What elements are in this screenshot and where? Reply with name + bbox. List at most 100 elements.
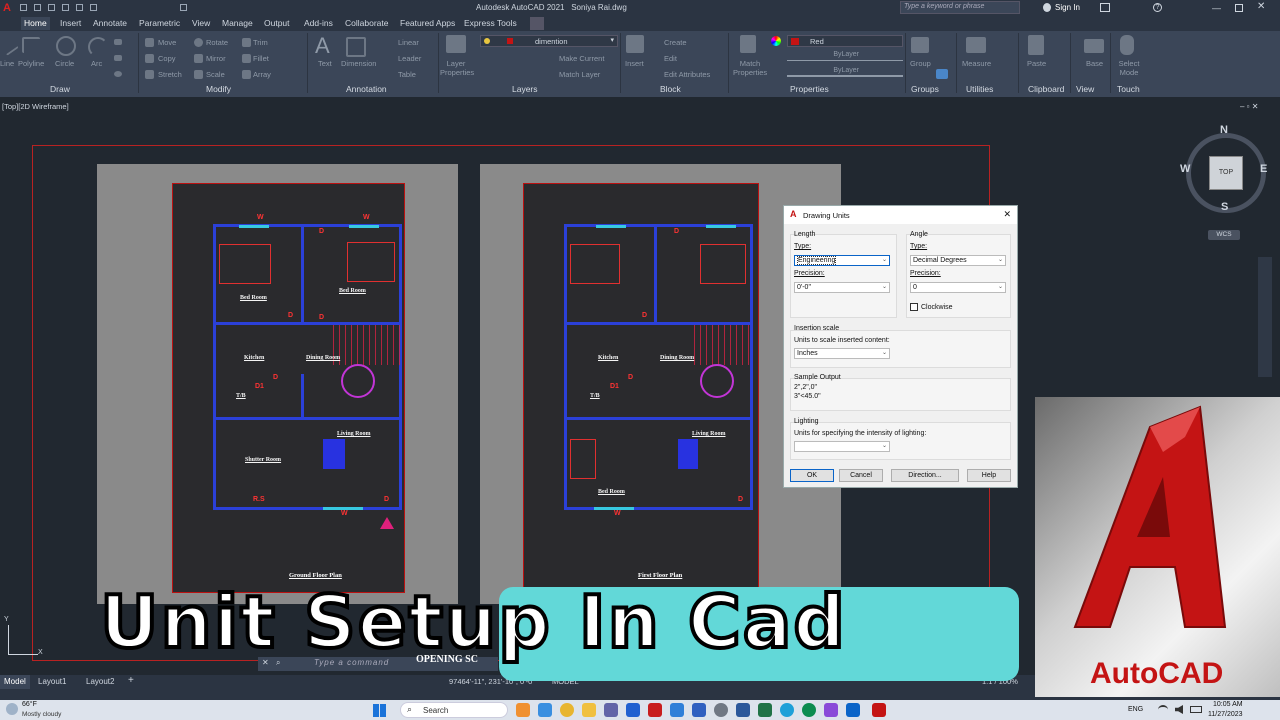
autocad-app-icon[interactable]: A [3,2,13,14]
ribbon-polyline-label[interactable]: Polyline [18,59,44,68]
array-button[interactable]: Array [253,70,271,79]
group-button-label[interactable]: Group [910,59,931,68]
ribbon-arc-label[interactable]: Arc [91,59,102,68]
store-icon[interactable] [692,703,706,717]
viewport-window-controls[interactable]: – ▫ ✕ [1240,102,1275,112]
length-precision-select[interactable]: 0'-0" ⌄ [794,282,890,293]
insertion-units-select[interactable]: Inches ⌄ [794,348,890,359]
select-mode-icon[interactable] [1120,35,1134,55]
direction-button[interactable]: Direction... [891,469,959,482]
edge-icon[interactable] [780,703,794,717]
measure-icon[interactable] [966,37,986,53]
layer-dropdown[interactable]: dimention ▾ [480,35,618,47]
mail-icon[interactable] [670,703,684,717]
mcafee-icon[interactable] [648,703,662,717]
match-properties-icon[interactable] [740,35,756,53]
table-button[interactable]: Table [398,70,416,79]
panel-modify-label[interactable]: Modify [206,84,231,94]
panel-utilities-label[interactable]: Utilities [966,84,993,94]
compass-north[interactable]: N [1220,124,1228,136]
trim-button[interactable]: Trim [253,38,268,47]
angle-precision-select[interactable]: 0 ⌄ [910,282,1006,293]
tab-layout1[interactable]: Layout1 [38,677,66,686]
minimize-button[interactable]: — [1212,3,1224,13]
base-view-icon[interactable] [1084,39,1104,53]
tab-model[interactable]: Model [0,675,30,689]
quick-access-toolbar[interactable] [20,4,190,12]
cart-icon[interactable] [1100,3,1110,12]
search-input[interactable]: Type a keyword or phrase [904,3,984,10]
panel-block-label[interactable]: Block [660,84,681,94]
base-button-label[interactable]: Base [1086,59,1103,68]
panel-clipboard-label[interactable]: Clipboard [1028,84,1064,94]
word-icon[interactable] [736,703,750,717]
cancel-button[interactable]: Cancel [839,469,883,482]
outlook-icon[interactable] [846,703,860,717]
wcs-menu[interactable]: WCS [1208,230,1240,240]
match-layer-button[interactable]: Match Layer [559,70,600,79]
circle-icon[interactable] [56,36,76,56]
mirror-button[interactable]: Mirror [206,54,226,63]
tab-manage[interactable]: Manage [219,17,256,30]
leader-button[interactable]: Leader [398,54,421,63]
hatch-icon[interactable] [114,55,122,61]
viewcube-top-face[interactable]: TOP [1209,156,1243,190]
autocad-taskbar-icon[interactable] [872,703,886,717]
panel-layers-label[interactable]: Layers [512,84,538,94]
teams-icon[interactable] [604,703,618,717]
tab-collaborate[interactable]: Collaborate [342,17,391,30]
sign-in-link[interactable]: Sign In [1055,3,1080,12]
line-icon[interactable] [0,36,19,56]
excel-icon[interactable] [758,703,772,717]
taskbar-search-label[interactable]: Search [423,706,448,715]
search-box[interactable]: Type a keyword or phrase [900,1,1020,14]
ribbon-options-icon[interactable] [530,17,544,30]
compass-west[interactable]: W [1180,163,1190,175]
insert-button-label[interactable]: Insert [625,59,644,68]
explorer-icon[interactable] [582,703,596,717]
close-button[interactable]: ✕ [1257,1,1269,13]
language-indicator[interactable]: ENG [1128,706,1143,713]
tab-featured-apps[interactable]: Featured Apps [397,17,458,30]
copy-button[interactable]: Copy [158,54,176,63]
battery-icon[interactable] [1190,706,1202,713]
plan-frame-first-floor[interactable]: D D D D1 D W Kitchen Dining Room T/B Liv… [523,183,759,593]
match-properties-label[interactable]: Match Properties [733,59,767,77]
navigation-bar[interactable] [1258,257,1272,377]
linetype-dropdown[interactable]: ByLayer [787,51,903,61]
paste-icon[interactable] [1028,35,1044,55]
ungroup-icon[interactable] [936,69,948,79]
weather-icon[interactable] [6,703,18,715]
media-icon[interactable] [626,703,640,717]
edit-attributes-button[interactable]: Edit Attributes [664,70,710,79]
dimension-icon[interactable] [346,37,366,57]
clock-time[interactable]: 10:05 AM [1213,701,1243,708]
arc-icon[interactable] [88,37,108,57]
scale-button[interactable]: Scale [206,70,225,79]
photos-icon[interactable] [538,703,552,717]
tab-parametric[interactable]: Parametric [136,17,183,30]
measure-button-label[interactable]: Measure [962,59,991,68]
wifi-icon[interactable] [1158,705,1168,714]
help-button[interactable]: Help [967,469,1011,482]
compass-south[interactable]: S [1221,201,1228,213]
dialog-title-bar[interactable]: A Drawing Units ✕ [784,206,1017,224]
ribbon-line-label[interactable]: Line [0,59,14,68]
settings-icon[interactable] [714,703,728,717]
create-block-button[interactable]: Create [664,38,687,47]
tab-output[interactable]: Output [261,17,293,30]
windows-start-icon[interactable] [373,704,386,717]
copilot-icon[interactable] [824,703,838,717]
linear-button[interactable]: Linear [398,38,419,47]
polyline-icon[interactable] [22,37,40,53]
edit-block-button[interactable]: Edit [664,54,677,63]
panel-view-label[interactable]: View [1076,84,1094,94]
taskview-icon[interactable] [516,703,530,717]
maximize-button[interactable] [1235,4,1243,12]
rotate-button[interactable]: Rotate [206,38,228,47]
tab-insert[interactable]: Insert [57,17,84,30]
lineweight-dropdown[interactable]: ByLayer [787,67,903,77]
tab-home[interactable]: Home [21,17,50,30]
plan-frame-ground-floor[interactable]: W W D D D D D1 R.S D W Bed Room Bed Room… [172,183,405,593]
panel-draw-label[interactable]: Draw [50,84,70,94]
